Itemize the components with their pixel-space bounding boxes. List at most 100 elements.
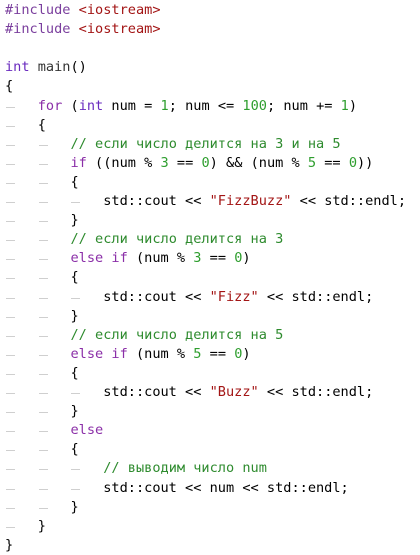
code-token: 5	[307, 154, 317, 171]
indent-guide	[6, 259, 15, 261]
indent-guide	[6, 221, 15, 223]
code-line[interactable]: if ((num % 3 == 0) && (num % 5 == 0))	[5, 154, 373, 173]
code-token: num =	[103, 97, 161, 114]
indent-guide	[6, 393, 15, 394]
indent-guide	[38, 335, 48, 337]
code-line[interactable]: int main()	[5, 58, 87, 77]
code-token: )	[242, 345, 251, 362]
code-token: // если число делится на 3	[70, 231, 284, 248]
indent-guide	[38, 373, 48, 375]
code-line[interactable]: std::cout << "FizzBuzz" << std::endl;	[5, 192, 406, 211]
code-line[interactable]: #include <iostream>	[5, 20, 161, 39]
code-token: #include	[5, 21, 71, 38]
code-token: {	[5, 116, 46, 133]
code-token: }	[5, 212, 79, 229]
code-token: ==	[201, 345, 235, 362]
indent-guide	[6, 297, 15, 299]
indent-guide	[6, 202, 15, 203]
code-token: }	[5, 403, 79, 420]
code-token: main	[37, 59, 71, 76]
code-line[interactable]: {	[5, 77, 13, 96]
indent-guide	[6, 106, 15, 108]
indent-guide	[71, 469, 81, 471]
code-line[interactable]: std::cout << "Fizz" << std::endl;	[5, 288, 373, 307]
code-line[interactable]: #include <iostream>	[5, 1, 161, 20]
code-line[interactable]: std::cout << "Buzz" << std::endl;	[5, 383, 373, 402]
code-token: ; num <=	[168, 97, 243, 114]
indent-guide	[38, 259, 48, 261]
code-token: 1	[340, 97, 349, 114]
code-token: // если число делится на 5	[70, 326, 284, 343]
indent-guide	[6, 163, 15, 165]
code-token: ==	[168, 154, 202, 171]
indent-guide	[6, 125, 15, 127]
code-line[interactable]: for (int num = 1; num <= 100; num += 1)	[5, 97, 357, 116]
code-token: int	[78, 97, 104, 114]
indent-guide	[6, 469, 15, 471]
code-token: std::cout <<	[5, 288, 210, 305]
code-token: "Fizz"	[209, 288, 259, 305]
indent-guide	[6, 144, 15, 146]
code-token: std::cout << num << std::endl;	[5, 479, 349, 496]
code-token: (num %	[127, 250, 194, 267]
code-token: // выводим число num	[103, 460, 267, 477]
indent-guide	[6, 182, 15, 184]
indent-guide	[6, 431, 15, 433]
code-token: ))	[357, 154, 374, 171]
code-token: {	[5, 269, 79, 286]
code-line[interactable]: else	[5, 421, 103, 440]
code-token: )	[348, 97, 358, 114]
code-token: "Buzz"	[209, 384, 259, 400]
code-token: ==	[316, 154, 349, 171]
indent-guide	[38, 469, 48, 471]
indent-guide	[38, 507, 48, 509]
code-line[interactable]: std::cout << num << std::endl;	[5, 479, 349, 498]
code-token: "FizzBuzz"	[209, 193, 292, 209]
code-token: (num %	[127, 345, 194, 362]
indent-guide	[38, 412, 48, 414]
code-editor[interactable]: #include <iostream> #include <iostream> in…	[0, 0, 420, 553]
indent-guide	[6, 316, 15, 318]
indent-guide	[38, 450, 48, 452]
indent-guide	[38, 221, 48, 223]
indent-guide	[6, 335, 15, 337]
code-token: }	[5, 517, 46, 534]
indent-guide	[71, 393, 81, 394]
indent-guide	[6, 240, 15, 242]
indent-guide	[38, 488, 48, 490]
indent-guide	[38, 144, 48, 146]
indent-guide	[38, 354, 48, 356]
indent-guide	[38, 431, 48, 433]
indent-guide	[38, 182, 48, 184]
code-token: ()	[70, 59, 87, 76]
code-token: #include	[5, 2, 71, 18]
code-token: ==	[201, 250, 235, 267]
code-token: else	[70, 422, 104, 439]
indent-guide	[38, 202, 48, 203]
code-token: 100	[242, 97, 267, 114]
code-token: std::cout <<	[5, 384, 210, 400]
code-token: 1	[160, 97, 169, 114]
code-token: else	[70, 250, 104, 267]
indent-guide	[38, 393, 48, 394]
code-token: int	[5, 59, 30, 76]
indent-guide	[6, 507, 15, 509]
code-token: if	[70, 154, 87, 171]
code-token: else	[70, 345, 104, 362]
indent-guide	[71, 488, 81, 490]
code-token: )	[242, 250, 251, 267]
code-line[interactable]: // если число делится на 3 и на 5	[5, 135, 340, 154]
indent-guide	[6, 373, 15, 375]
indent-guide	[38, 297, 48, 299]
code-token: <iostream>	[78, 2, 161, 18]
indent-guide	[38, 163, 48, 165]
code-token: ) && (num %	[209, 154, 308, 171]
